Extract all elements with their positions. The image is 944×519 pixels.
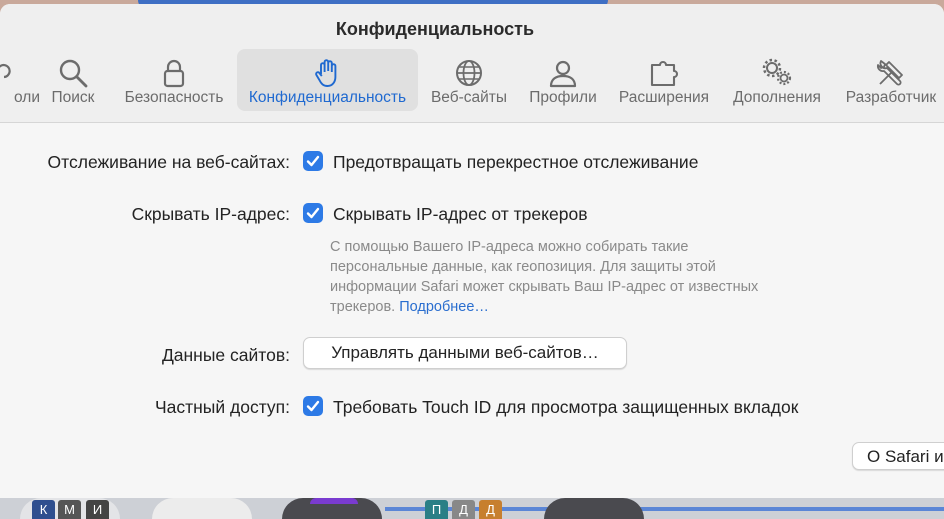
checkmark-icon — [306, 207, 320, 219]
lock-icon — [163, 59, 185, 88]
tab-search[interactable]: Поиск — [42, 49, 104, 111]
hide-ip-checkbox[interactable] — [303, 203, 323, 223]
tab-advanced[interactable]: Дополнения — [726, 49, 828, 111]
search-icon — [59, 59, 88, 88]
gears-icon — [762, 58, 792, 86]
globe-icon — [456, 60, 482, 86]
checkmark-icon — [306, 400, 320, 412]
hide-ip-description: С помощью Вашего IP-адреса можно собират… — [330, 237, 830, 317]
checkmark-icon — [306, 155, 320, 167]
description-text: трекеров. — [330, 299, 396, 315]
puzzle-icon — [650, 61, 678, 87]
person-icon — [549, 60, 577, 88]
manage-website-data-button[interactable]: Управлять данными веб-сайтов… — [303, 337, 627, 369]
keyboard-key: П — [425, 500, 448, 519]
tracking-checkbox-label[interactable]: Предотвращать перекрестное отслеживание — [333, 152, 698, 173]
description-line: персональные данные, как геопозиция. Для… — [330, 259, 716, 275]
website-data-label: Данные сайтов: — [161, 345, 290, 365]
privacy-pane: Отслеживание на веб-сайтах: Предотвращат… — [0, 123, 944, 498]
tab-passwords[interactable]: оли — [0, 49, 40, 111]
learn-more-link[interactable]: Подробнее… — [399, 299, 489, 315]
partial-icon — [0, 63, 11, 79]
keyboard-key: Д — [452, 500, 475, 519]
tab-label: Конфиденциальность — [248, 89, 407, 106]
tools-icon — [877, 60, 903, 86]
tab-label: Разработчик — [845, 89, 937, 106]
keyboard-key: И — [86, 500, 109, 519]
keyboard-key: Д — [479, 500, 502, 519]
window-title: Конфиденциальность — [335, 19, 535, 39]
tab-label: оли — [14, 89, 40, 106]
touch-id-checkbox[interactable] — [303, 396, 323, 416]
tab-label: Веб-сайты — [430, 89, 508, 106]
tab-developer[interactable]: Разработчик — [838, 49, 944, 111]
tab-label: Расширения — [618, 89, 710, 106]
dock-item[interactable] — [152, 498, 252, 519]
tab-websites[interactable]: Веб-сайты — [424, 49, 514, 111]
dock: К М И П Д Д — [0, 498, 944, 519]
tab-label: Поиск — [51, 89, 95, 106]
tab-label: Безопасность — [124, 89, 224, 106]
tab-profiles[interactable]: Профили — [524, 49, 602, 111]
keyboard-key: К — [32, 500, 55, 519]
description-line: информации Safari может скрывать Ваш IP-… — [330, 279, 759, 295]
description-line: С помощью Вашего IP-адреса можно собират… — [330, 239, 689, 255]
tracking-checkbox[interactable] — [303, 151, 323, 171]
tab-label: Дополнения — [733, 89, 821, 106]
tab-extensions[interactable]: Расширения — [612, 49, 716, 111]
tab-label: Профили — [529, 89, 597, 106]
hide-ip-checkbox-label[interactable]: Скрывать IP-адрес от трекеров — [333, 204, 588, 225]
private-access-label: Частный доступ: — [154, 397, 290, 417]
tab-privacy[interactable]: Конфиденциальность — [237, 49, 418, 111]
hand-icon — [314, 59, 336, 87]
tracking-label: Отслеживание на веб-сайтах: — [47, 152, 290, 172]
touch-id-checkbox-label[interactable]: Требовать Touch ID для просмотра защищен… — [333, 397, 798, 418]
hide-ip-label: Скрывать IP-адрес: — [131, 204, 290, 224]
description-line: трекеров. Подробнее… — [330, 297, 830, 317]
dock-item-accent — [310, 498, 358, 504]
keyboard-key: М — [58, 500, 81, 519]
dock-item[interactable] — [544, 498, 644, 519]
settings-window: Конфиденциальность оли Поиск Безопасност… — [0, 4, 944, 498]
toolbar: Конфиденциальность оли Поиск Безопасност… — [0, 4, 944, 123]
tab-security[interactable]: Безопасность — [116, 49, 232, 111]
about-safari-button[interactable]: О Safari и — [852, 442, 944, 470]
